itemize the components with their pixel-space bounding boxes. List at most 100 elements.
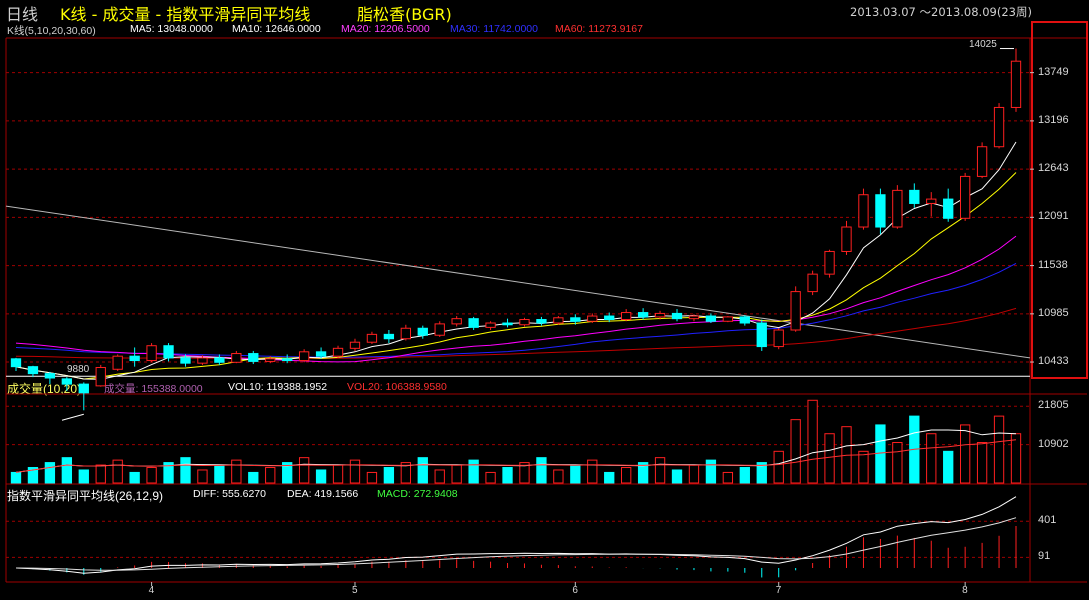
candle[interactable] [671, 312, 683, 320]
volume-bar[interactable] [61, 457, 73, 484]
volume-bar[interactable] [671, 469, 683, 484]
candle[interactable] [129, 355, 140, 362]
volume-bar[interactable] [875, 424, 886, 484]
candle[interactable] [756, 322, 767, 348]
candle[interactable] [502, 322, 513, 326]
candle[interactable] [78, 383, 89, 394]
candle[interactable] [315, 351, 327, 357]
chart-canvas[interactable] [0, 0, 1089, 600]
candle[interactable] [892, 189, 903, 228]
candle[interactable] [858, 194, 869, 228]
volume-bar[interactable] [180, 457, 191, 484]
volume-bar[interactable] [265, 467, 276, 484]
volume-bar[interactable] [417, 457, 428, 484]
candle[interactable] [95, 367, 106, 387]
volume-bar[interactable] [146, 467, 157, 484]
candle[interactable] [27, 366, 39, 375]
volume-bar[interactable] [604, 471, 615, 484]
candle[interactable] [705, 315, 717, 322]
volume-bar[interactable] [587, 459, 598, 484]
candle[interactable] [824, 250, 835, 275]
volume-bar[interactable] [332, 464, 344, 484]
candle[interactable] [909, 189, 920, 204]
candle[interactable] [637, 312, 649, 318]
volume-bar[interactable] [383, 467, 395, 484]
candle[interactable] [807, 273, 818, 293]
volume-bar[interactable] [248, 471, 259, 484]
volume-bar[interactable] [807, 399, 818, 484]
candle[interactable] [434, 323, 445, 336]
volume-bar[interactable] [214, 464, 225, 484]
candle[interactable] [265, 358, 276, 362]
volume-bar[interactable] [502, 467, 513, 484]
candle[interactable] [739, 316, 750, 324]
volume-bar[interactable] [722, 471, 734, 484]
candle[interactable] [943, 198, 954, 219]
volume-bar[interactable] [553, 469, 564, 484]
candle[interactable] [722, 316, 734, 322]
candle[interactable] [993, 106, 1005, 148]
volume-bar[interactable] [959, 424, 971, 484]
candle[interactable] [163, 345, 174, 359]
volume-bar[interactable] [943, 450, 954, 484]
candle[interactable] [959, 175, 971, 219]
candle[interactable] [298, 351, 310, 362]
volume-bar[interactable] [773, 450, 784, 484]
candle[interactable] [570, 317, 581, 322]
candle[interactable] [10, 358, 22, 368]
volume-bar[interactable] [129, 471, 140, 484]
candle[interactable] [332, 347, 344, 357]
volume-bar[interactable] [688, 464, 700, 484]
candle[interactable] [451, 318, 462, 325]
candle[interactable] [688, 315, 700, 320]
candle[interactable] [61, 378, 73, 385]
volume-bar[interactable] [44, 462, 56, 484]
candle[interactable] [621, 312, 632, 321]
candle[interactable] [231, 353, 242, 363]
volume-bar[interactable] [1010, 433, 1022, 484]
candle[interactable] [536, 319, 547, 324]
candle[interactable] [926, 198, 937, 204]
volume-bar[interactable] [485, 471, 496, 484]
candle[interactable] [282, 358, 293, 362]
volume-bar[interactable] [95, 464, 106, 484]
volume-bar[interactable] [739, 467, 750, 484]
candle[interactable] [841, 226, 852, 252]
candle[interactable] [214, 357, 225, 363]
volume-bar[interactable] [468, 459, 479, 484]
volume-bar[interactable] [231, 459, 242, 484]
volume-bar[interactable] [621, 467, 632, 484]
volume-bar[interactable] [993, 415, 1005, 484]
volume-bar[interactable] [298, 457, 310, 484]
volume-bar[interactable] [315, 469, 327, 484]
candle[interactable] [112, 355, 123, 370]
candle[interactable] [468, 318, 479, 328]
volume-bar[interactable] [112, 459, 123, 484]
volume-bar[interactable] [705, 459, 717, 484]
volume-bar[interactable] [78, 469, 89, 484]
volume-bar[interactable] [976, 442, 988, 484]
volume-bar[interactable] [349, 459, 361, 484]
candle[interactable] [366, 333, 378, 343]
volume-bar[interactable] [570, 464, 581, 484]
volume-bar[interactable] [197, 469, 208, 484]
volume-bar[interactable] [434, 469, 445, 484]
candle[interactable] [976, 146, 988, 177]
volume-bar[interactable] [824, 433, 835, 484]
volume-bar[interactable] [366, 471, 378, 484]
volume-bar[interactable] [790, 419, 801, 484]
volume-bar[interactable] [536, 457, 547, 484]
candle[interactable] [44, 373, 56, 379]
volume-bar[interactable] [10, 471, 22, 484]
volume-bar[interactable] [451, 464, 462, 484]
candle[interactable] [400, 327, 411, 340]
volume-bar[interactable] [858, 450, 869, 484]
candle[interactable] [1010, 60, 1022, 108]
candle[interactable] [519, 319, 530, 326]
candle[interactable] [417, 327, 428, 336]
candle[interactable] [875, 194, 886, 228]
volume-bar[interactable] [926, 433, 937, 484]
candle[interactable] [553, 317, 564, 324]
candle[interactable] [773, 329, 784, 348]
candle[interactable] [180, 357, 191, 364]
